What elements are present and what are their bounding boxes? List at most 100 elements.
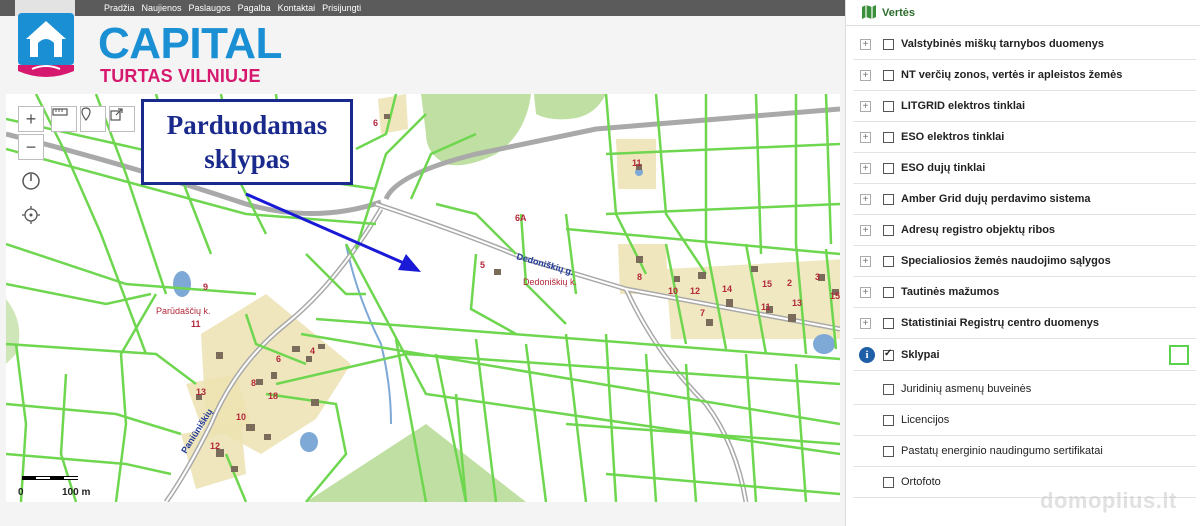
callout-line-1: Parduodamas [166, 110, 328, 140]
layer-checkbox[interactable] [883, 38, 894, 50]
layer-row[interactable]: + NT verčių zonos, vertės ir apleistos ž… [853, 60, 1196, 91]
info-icon[interactable]: i [859, 347, 875, 363]
water [813, 334, 835, 354]
house-logo-icon [18, 13, 74, 77]
ruler-icon [52, 108, 68, 116]
parcel-label: 13 [792, 298, 802, 308]
layer-checkbox[interactable] [883, 255, 894, 267]
logo-title: CAPITAL [98, 19, 282, 68]
layer-checkbox-checked[interactable] [883, 348, 894, 361]
layer-row[interactable]: + Adresų registro objektų ribos [853, 215, 1196, 246]
parcel-label: 6A [515, 213, 527, 223]
site-logo[interactable]: CAPITAL TURTAS VILNIUJE [14, 9, 282, 86]
marker-button[interactable] [80, 106, 106, 132]
layer-row[interactable]: Pastatų energinio naudingumo sertifikata… [853, 436, 1196, 467]
layer-label: Pastatų energinio naudingumo sertifikata… [901, 445, 1103, 457]
parcel-label: 18 [268, 391, 278, 401]
expand-icon[interactable]: + [860, 224, 871, 236]
parcel-label: 12 [210, 441, 220, 451]
layer-label: ESO elektros tinklai [901, 131, 1005, 143]
zoom-in-button[interactable]: + [18, 106, 44, 132]
layer-checkbox[interactable] [883, 286, 894, 298]
parcel-label: 10 [236, 412, 246, 422]
layer-label: Sklypai [901, 349, 940, 361]
pin-icon [81, 107, 91, 121]
layer-label: Valstybinės miškų tarnybos duomenys [901, 38, 1104, 50]
share-icon [110, 108, 123, 121]
layer-checkbox[interactable] [883, 162, 894, 174]
layer-row[interactable]: + LITGRID elektros tinklai [853, 91, 1196, 122]
layer-label: Amber Grid dujų perdavimo sistema [901, 193, 1091, 205]
layer-row-sklypai[interactable]: i Sklypai [853, 340, 1196, 371]
parcel-label: 6 [373, 118, 378, 128]
parcel-label: 5 [480, 260, 485, 270]
layer-label: ESO dujų tinklai [901, 162, 986, 174]
zoom-out-button[interactable]: − [18, 134, 44, 160]
pointer-arrow [245, 192, 421, 272]
layer-checkbox[interactable] [883, 317, 894, 329]
scale-bar [22, 476, 78, 480]
water [300, 432, 318, 452]
layer-row[interactable]: + Specialiosios žemės naudojimo sąlygos [853, 246, 1196, 277]
map-view[interactable]: 6 11 6A 5 8 10 12 14 15 2 3 13 15 7 11 9… [6, 94, 840, 502]
parcel-label: 11 [632, 158, 642, 168]
layer-color-swatch [1169, 345, 1189, 365]
expand-icon[interactable]: + [860, 255, 871, 267]
layer-row[interactable]: + Tautinės mažumos [853, 277, 1196, 308]
layer-checkbox[interactable] [883, 383, 894, 395]
for-sale-callout: Parduodamas sklypas [141, 99, 353, 185]
parcel-label: 6 [276, 354, 281, 364]
nav-contacts[interactable]: Kontaktai [278, 3, 316, 13]
layer-row[interactable]: + Valstybinės miškų tarnybos duomenys [853, 29, 1196, 60]
map-canvas[interactable]: 6 11 6A 5 8 10 12 14 15 2 3 13 15 7 11 9… [6, 94, 840, 502]
building-area [378, 94, 408, 134]
layer-label: Juridinių asmenų buveinės [901, 383, 1032, 395]
layer-row[interactable]: + ESO dujų tinklai [853, 153, 1196, 184]
expand-icon[interactable]: + [860, 162, 871, 174]
compass-icon [22, 172, 40, 190]
layer-checkbox[interactable] [883, 414, 894, 426]
locate-icon [22, 206, 40, 224]
parcel-label: 12 [690, 286, 700, 296]
scale-end-label: 100 m [62, 487, 91, 498]
locate-button[interactable] [21, 205, 43, 227]
measure-button[interactable] [51, 106, 77, 132]
nav-login[interactable]: Prisijungti [322, 3, 361, 13]
expand-icon[interactable]: + [860, 69, 871, 81]
layer-label: Adresų registro objektų ribos [901, 224, 1056, 236]
parcel-label: 13 [196, 387, 206, 397]
layer-checkbox[interactable] [883, 100, 894, 112]
layer-row[interactable]: Juridinių asmenų buveinės [853, 374, 1196, 405]
expand-icon[interactable]: + [860, 131, 871, 143]
expand-icon[interactable]: + [860, 100, 871, 112]
page: Pradžia Naujienos Paslaugos Pagalba Kont… [0, 0, 1200, 526]
layer-row[interactable]: + Statistiniai Registrų centro duomenys [853, 308, 1196, 339]
layer-checkbox[interactable] [883, 69, 894, 81]
layer-checkbox[interactable] [883, 224, 894, 236]
layer-checkbox[interactable] [883, 131, 894, 143]
expand-icon[interactable]: + [860, 317, 871, 329]
stream [345, 243, 392, 425]
layer-row[interactable]: Licencijos [853, 405, 1196, 436]
parcel-label: 10 [668, 286, 678, 296]
parcel-label: 3 [815, 272, 820, 282]
watermark: domoplius.lt [1040, 488, 1177, 513]
expand-icon[interactable]: + [860, 38, 871, 50]
compass-button[interactable] [21, 171, 43, 193]
layer-row[interactable]: + ESO elektros tinklai [853, 122, 1196, 153]
parcel-label: 7 [700, 308, 705, 318]
expand-icon[interactable]: + [860, 193, 871, 205]
parcel-label: 2 [787, 278, 792, 288]
share-button[interactable] [109, 106, 135, 132]
callout-line-2: sklypas [204, 144, 290, 174]
parcel-label: 11 [761, 302, 771, 312]
layer-label: Ortofoto [901, 476, 941, 488]
parcel-label: 14 [722, 284, 732, 294]
parcel-label: 4 [310, 346, 315, 356]
layer-checkbox[interactable] [883, 193, 894, 205]
layers-panel-header[interactable]: Vertės [846, 0, 1200, 26]
layer-checkbox[interactable] [883, 445, 894, 457]
layer-checkbox[interactable] [883, 476, 894, 488]
layer-row[interactable]: + Amber Grid dujų perdavimo sistema [853, 184, 1196, 215]
expand-icon[interactable]: + [860, 286, 871, 298]
